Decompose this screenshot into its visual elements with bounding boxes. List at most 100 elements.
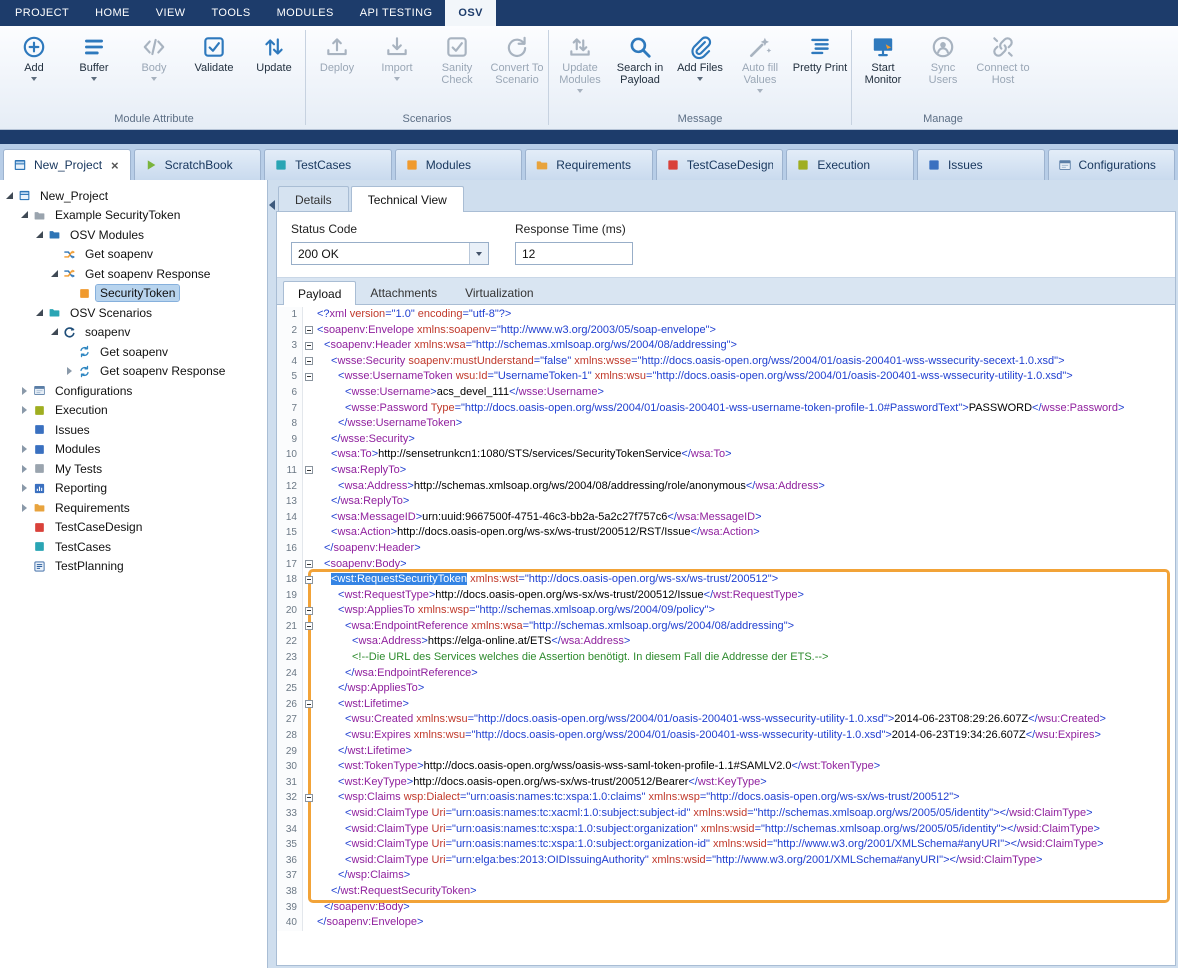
code-line-10[interactable]: 10<wsa:To>http://sensetrunkcn1:1080/STS/… (277, 447, 1175, 463)
close-tab-icon[interactable]: × (111, 159, 119, 172)
code-line-7[interactable]: 7<wsse:Password Type="http://docs.oasis-… (277, 401, 1175, 417)
code-line-11[interactable]: 11<wsa:ReplyTo> (277, 463, 1175, 479)
code-line-32[interactable]: 32<wsp:Claims wsp:Dialect="urn:oasis:nam… (277, 790, 1175, 806)
tree-item-execution[interactable]: Execution (0, 401, 267, 421)
collapse-tree-icon[interactable] (269, 200, 275, 210)
code-text[interactable]: <wsa:Address>http://schemas.xmlsoap.org/… (317, 479, 825, 495)
fold-marker-icon[interactable] (305, 342, 313, 350)
start-monitor-button[interactable]: Start Monitor (853, 31, 913, 89)
collapsed-arrow-icon[interactable] (19, 463, 31, 475)
update-button[interactable]: Update (244, 31, 304, 77)
tree-item-my-tests[interactable]: My Tests (0, 459, 267, 479)
tree-item-securitytoken[interactable]: SecurityToken (0, 284, 267, 304)
code-text[interactable]: <wsid:ClaimType Uri="urn:elga:bes:2013:O… (317, 853, 1042, 869)
code-line-38[interactable]: 38</wst:RequestSecurityToken> (277, 884, 1175, 900)
code-line-26[interactable]: 26<wst:Lifetime> (277, 697, 1175, 713)
tree-item-get-soapenv[interactable]: Get soapenv (0, 245, 267, 265)
tree-item-modules[interactable]: Modules (0, 440, 267, 460)
code-line-35[interactable]: 35<wsid:ClaimType Uri="urn:oasis:names:t… (277, 837, 1175, 853)
code-text[interactable]: <wsse:Password Type="http://docs.oasis-o… (317, 401, 1124, 417)
fold-marker-icon[interactable] (305, 607, 313, 615)
tree-item-label[interactable]: New_Project (36, 188, 112, 204)
code-line-25[interactable]: 25</wsp:AppliesTo> (277, 681, 1175, 697)
ribbon-tab-osv[interactable]: OSV (445, 0, 495, 26)
code-text[interactable]: <wsa:ReplyTo> (317, 463, 406, 479)
expanded-arrow-icon[interactable] (49, 268, 61, 280)
tree-splitter[interactable] (268, 180, 276, 968)
code-line-6[interactable]: 6<wsse:Username>acs_devel_111</wsse:User… (277, 385, 1175, 401)
document-tab-testcasedesign[interactable]: TestCaseDesign (656, 149, 784, 180)
tree-item-label[interactable]: OSV Scenarios (66, 305, 156, 321)
tab-attachments[interactable]: Attachments (356, 281, 451, 304)
collapsed-arrow-icon[interactable] (19, 502, 31, 514)
document-tab-modules[interactable]: Modules (395, 149, 523, 180)
code-text[interactable]: </wsa:ReplyTo> (317, 494, 409, 510)
code-text[interactable]: <wst:KeyType>http://docs.oasis-open.org/… (317, 775, 767, 791)
code-text[interactable]: </wst:Lifetime> (317, 744, 412, 760)
code-line-16[interactable]: 16</soapenv:Header> (277, 541, 1175, 557)
code-line-4[interactable]: 4<wsse:Security soapenv:mustUnderstand="… (277, 354, 1175, 370)
code-line-2[interactable]: 2<soapenv:Envelope xmlns:soapenv="http:/… (277, 323, 1175, 339)
response-time-input[interactable] (515, 242, 633, 265)
ribbon-tab-view[interactable]: VIEW (143, 0, 199, 26)
status-code-select[interactable]: 200 OK (291, 242, 489, 265)
code-line-34[interactable]: 34<wsid:ClaimType Uri="urn:oasis:names:t… (277, 822, 1175, 838)
code-line-21[interactable]: 21<wsa:EndpointReference xmlns:wsa="http… (277, 619, 1175, 635)
code-text[interactable]: <soapenv:Envelope xmlns:soapenv="http://… (317, 323, 716, 339)
expanded-arrow-icon[interactable] (49, 326, 61, 338)
code-text[interactable]: <wst:RequestType>http://docs.oasis-open.… (317, 588, 804, 604)
code-line-39[interactable]: 39</soapenv:Body> (277, 900, 1175, 916)
code-text[interactable]: <wsp:AppliesTo xmlns:wsp="http://schemas… (317, 603, 715, 619)
code-line-29[interactable]: 29</wst:Lifetime> (277, 744, 1175, 760)
tab-technical-view[interactable]: Technical View (351, 186, 464, 212)
tree-item-label[interactable]: soapenv (81, 324, 134, 340)
code-text[interactable]: <wsa:Address>https://elga-online.at/ETS<… (317, 634, 630, 650)
ribbon-tab-tools[interactable]: TOOLS (198, 0, 263, 26)
code-line-31[interactable]: 31<wst:KeyType>http://docs.oasis-open.or… (277, 775, 1175, 791)
tree-item-label[interactable]: TestCases (51, 539, 115, 555)
code-line-22[interactable]: 22<wsa:Address>https://elga-online.at/ET… (277, 634, 1175, 650)
ribbon-tab-home[interactable]: HOME (82, 0, 143, 26)
code-text[interactable]: <wsa:Action>http://docs.oasis-open.org/w… (317, 525, 760, 541)
document-tab-execution[interactable]: Execution (786, 149, 914, 180)
code-line-5[interactable]: 5<wsse:UsernameToken wsu:Id="UsernameTok… (277, 369, 1175, 385)
tree-item-label[interactable]: Configurations (51, 383, 136, 399)
code-text[interactable]: </wsa:EndpointReference> (317, 666, 478, 682)
code-line-17[interactable]: 17<soapenv:Body> (277, 557, 1175, 573)
collapsed-arrow-icon[interactable] (19, 385, 31, 397)
tree-item-label[interactable]: Get soapenv (96, 344, 172, 360)
code-text[interactable]: <wsse:UsernameToken wsu:Id="UsernameToke… (317, 369, 1073, 385)
code-text[interactable]: <wsa:MessageID>urn:uuid:9667500f-4751-46… (317, 510, 762, 526)
tab-details[interactable]: Details (278, 186, 349, 212)
code-line-18[interactable]: 18<wst:RequestSecurityToken xmlns:wst="h… (277, 572, 1175, 588)
code-text[interactable]: <wsid:ClaimType Uri="urn:oasis:names:tc:… (317, 837, 1104, 853)
add-button[interactable]: Add (4, 31, 64, 84)
code-text[interactable]: <wst:TokenType>http://docs.oasis-open.or… (317, 759, 880, 775)
code-line-14[interactable]: 14<wsa:MessageID>urn:uuid:9667500f-4751-… (277, 510, 1175, 526)
tree-item-testcasedesign[interactable]: TestCaseDesign (0, 518, 267, 538)
payload-editor[interactable]: 1<?xml version="1.0" encoding="utf-8"?>2… (277, 305, 1175, 965)
tree-item-testplanning[interactable]: TestPlanning (0, 557, 267, 577)
tree-item-label[interactable]: Issues (51, 422, 94, 438)
code-text[interactable]: <wsa:To>http://sensetrunkcn1:1080/STS/se… (317, 447, 732, 463)
collapsed-arrow-icon[interactable] (19, 482, 31, 494)
code-line-19[interactable]: 19<wst:RequestType>http://docs.oasis-ope… (277, 588, 1175, 604)
fold-marker-icon[interactable] (305, 357, 313, 365)
code-line-1[interactable]: 1<?xml version="1.0" encoding="utf-8"?> (277, 307, 1175, 323)
document-tab-issues[interactable]: Issues (917, 149, 1045, 180)
fold-marker-icon[interactable] (305, 622, 313, 630)
tree-item-label[interactable]: TestCaseDesign (51, 519, 146, 535)
code-text[interactable]: <soapenv:Body> (317, 557, 407, 573)
expanded-arrow-icon[interactable] (4, 190, 16, 202)
code-text[interactable]: <wsse:Security soapenv:mustUnderstand="f… (317, 354, 1065, 370)
fold-marker-icon[interactable] (305, 700, 313, 708)
expanded-arrow-icon[interactable] (34, 229, 46, 241)
document-tab-testcases[interactable]: TestCases (264, 149, 392, 180)
code-text[interactable]: <?xml version="1.0" encoding="utf-8"?> (317, 307, 511, 323)
code-text[interactable]: <wsu:Expires xmlns:wsu="http://docs.oasi… (317, 728, 1101, 744)
tab-virtualization[interactable]: Virtualization (451, 281, 547, 304)
search-in-payload-button[interactable]: Search in Payload (610, 31, 670, 89)
validate-button[interactable]: Validate (184, 31, 244, 77)
fold-marker-icon[interactable] (305, 576, 313, 584)
code-line-12[interactable]: 12<wsa:Address>http://schemas.xmlsoap.or… (277, 479, 1175, 495)
